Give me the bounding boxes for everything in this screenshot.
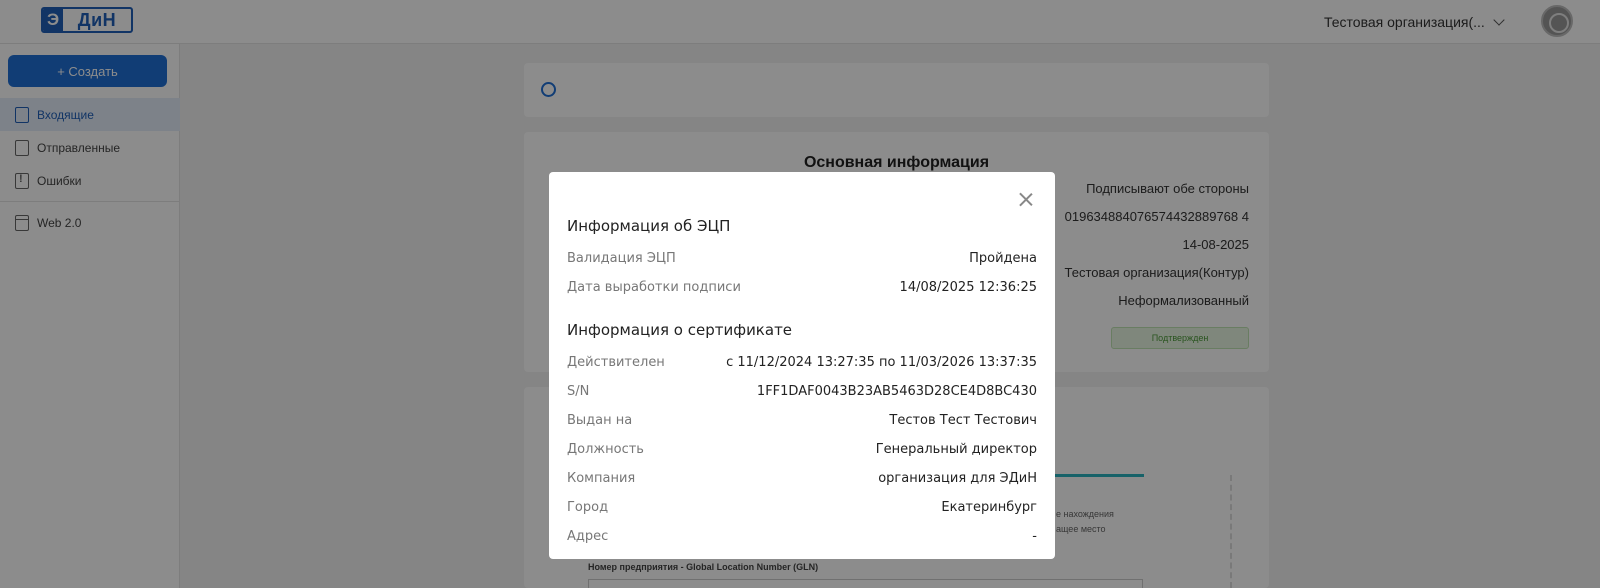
signature-info-title: Информация об ЭЦП: [567, 217, 731, 235]
row-value: Тестов Тест Тестович: [889, 412, 1037, 428]
certificate-info-title: Информация о сертификате: [567, 321, 793, 339]
row-value: 1FF1DAF0043B23AB5463D28CE4D8BC430: [756, 383, 1037, 399]
signature-info-modal: Информация об ЭЦП Валидация ЭЦП Пройдена…: [549, 172, 1055, 559]
row-label: Выдан на: [567, 412, 633, 428]
row-label: Адрес: [567, 528, 609, 544]
row-value: организация для ЭДиН: [878, 470, 1037, 486]
row-label: Валидация ЭЦП: [567, 250, 676, 266]
row-label: S/N: [567, 383, 590, 399]
row-label: Город: [567, 499, 609, 515]
cert-validity-row: Действителен с 11/12/2024 13:27:35 по 11…: [567, 352, 1037, 372]
row-label: Должность: [567, 441, 644, 457]
row-label: Дата выработки подписи: [567, 279, 741, 295]
row-value: Екатеринбург: [941, 499, 1037, 515]
row-value: Генеральный директор: [875, 441, 1037, 457]
row-value: Пройдена: [969, 250, 1037, 266]
cert-serial-row: S/N 1FF1DAF0043B23AB5463D28CE4D8BC430: [567, 381, 1037, 401]
row-label: Действителен: [567, 354, 665, 370]
cert-address-row: Адрес -: [567, 526, 1037, 546]
cert-company-row: Компания организация для ЭДиН: [567, 468, 1037, 488]
close-icon[interactable]: [1019, 192, 1033, 206]
row-label: Компания: [567, 470, 636, 486]
cert-position-row: Должность Генеральный директор: [567, 439, 1037, 459]
row-value: с 11/12/2024 13:27:35 по 11/03/2026 13:3…: [726, 354, 1037, 370]
cert-city-row: Город Екатеринбург: [567, 497, 1037, 517]
cert-issued-to-row: Выдан на Тестов Тест Тестович: [567, 410, 1037, 430]
row-value: 14/08/2025 12:36:25: [899, 279, 1037, 295]
signature-date-row: Дата выработки подписи 14/08/2025 12:36:…: [567, 277, 1037, 297]
row-value: -: [1032, 528, 1037, 544]
signature-validation-row: Валидация ЭЦП Пройдена: [567, 248, 1037, 268]
